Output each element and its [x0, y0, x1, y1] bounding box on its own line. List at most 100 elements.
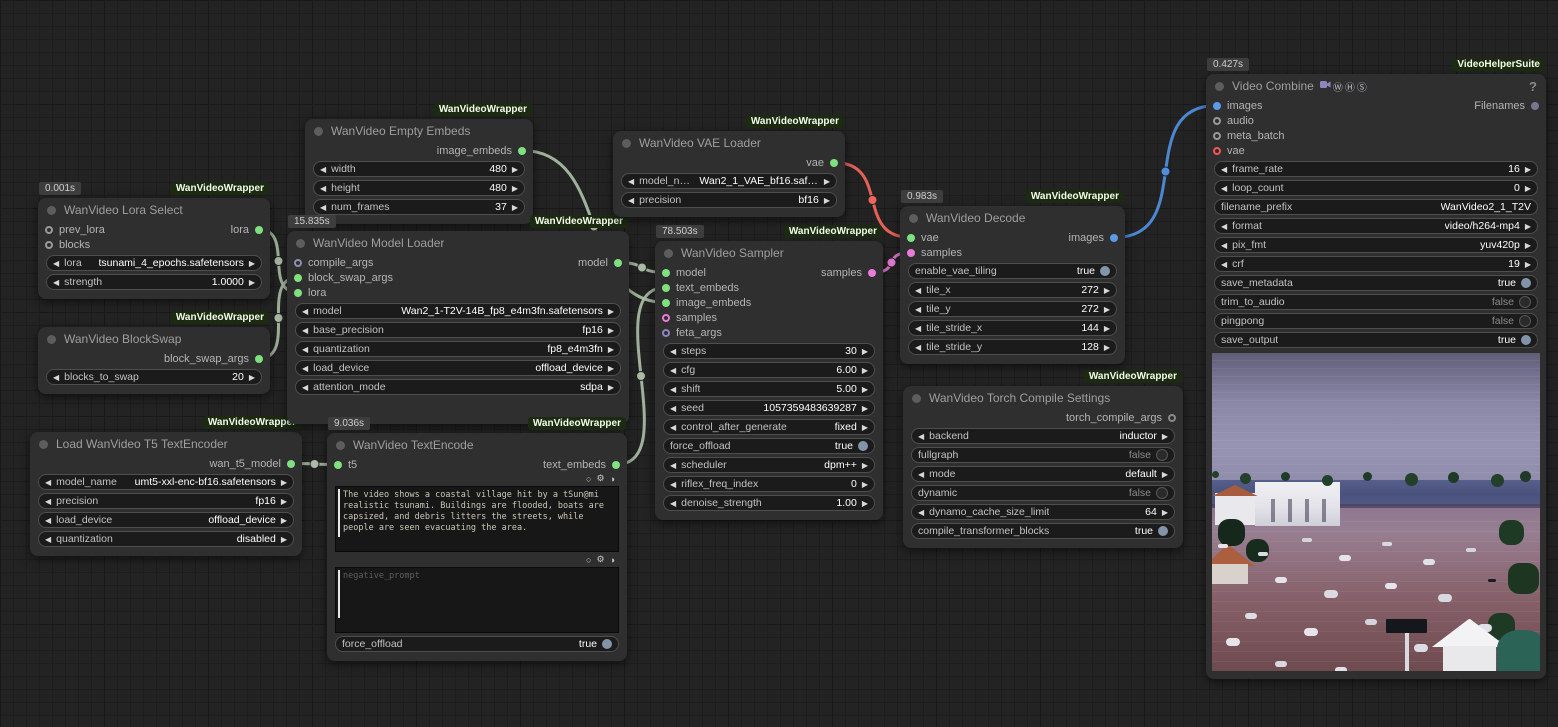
widget-tile_stride_y[interactable]: ◀tile_stride_y128▶: [908, 339, 1117, 355]
widget-base_precision[interactable]: ◀base_precisionfp16▶: [295, 322, 621, 338]
input-slot-dot[interactable]: [45, 241, 53, 249]
widget-seed[interactable]: ◀seed1057359483639287▶: [663, 400, 875, 416]
decrement-arrow-icon[interactable]: ◀: [670, 366, 676, 375]
increment-arrow-icon[interactable]: ▶: [249, 259, 255, 268]
increment-arrow-icon[interactable]: ▶: [608, 307, 614, 316]
decrement-arrow-icon[interactable]: ◀: [320, 184, 326, 193]
widget-model_name[interactable]: ◀model_nameWan2_1_VAE_bf16.safete...▶: [621, 173, 837, 189]
node-decode[interactable]: 0.983sWanVideoWrapperWanVideo Decodevaei…: [900, 206, 1125, 364]
node-titlebar[interactable]: WanVideo BlockSwap: [38, 327, 270, 351]
prompt-textarea[interactable]: The video shows a coastal village hit by…: [335, 486, 619, 552]
increment-arrow-icon[interactable]: ▶: [862, 347, 868, 356]
decrement-arrow-icon[interactable]: ◀: [302, 383, 308, 392]
collapse-dot-icon[interactable]: [336, 441, 345, 450]
decrement-arrow-icon[interactable]: ◀: [670, 480, 676, 489]
increment-arrow-icon[interactable]: ▶: [608, 383, 614, 392]
widget-shift[interactable]: ◀shift5.00▶: [663, 381, 875, 397]
output-slot-dot[interactable]: [868, 269, 876, 277]
widget-precision[interactable]: ◀precisionbf16▶: [621, 192, 837, 208]
increment-arrow-icon[interactable]: ▶: [512, 203, 518, 212]
input-slot-dot[interactable]: [662, 314, 670, 322]
node-textencode[interactable]: 9.036sWanVideoWrapperWanVideo TextEncode…: [327, 433, 627, 661]
node-sampler[interactable]: 78.503sWanVideoWrapperWanVideo Samplermo…: [655, 241, 883, 520]
toggle-dot[interactable]: [1156, 449, 1168, 461]
decrement-arrow-icon[interactable]: ◀: [915, 305, 921, 314]
decrement-arrow-icon[interactable]: ◀: [628, 196, 634, 205]
input-slot-dot[interactable]: [1213, 117, 1221, 125]
increment-arrow-icon[interactable]: ▶: [512, 184, 518, 193]
increment-arrow-icon[interactable]: ▶: [824, 196, 830, 205]
decrement-arrow-icon[interactable]: ◀: [1221, 165, 1227, 174]
toggle-dot[interactable]: [1521, 335, 1531, 345]
decrement-arrow-icon[interactable]: ◀: [320, 165, 326, 174]
toggle-dot[interactable]: [1100, 266, 1110, 276]
node-model_loader[interactable]: 15.835sWanVideoWrapperWanVideo Model Loa…: [287, 231, 629, 424]
increment-arrow-icon[interactable]: ▶: [1104, 305, 1110, 314]
input-slot-dot[interactable]: [662, 329, 670, 337]
toggle-dot[interactable]: [858, 441, 868, 451]
increment-arrow-icon[interactable]: ▶: [862, 385, 868, 394]
link-midpoint-dot[interactable]: [274, 314, 283, 323]
decrement-arrow-icon[interactable]: ◀: [45, 535, 51, 544]
output-slot-dot[interactable]: [614, 259, 622, 267]
decrement-arrow-icon[interactable]: ◀: [320, 203, 326, 212]
node-titlebar[interactable]: WanVideo Lora Select: [38, 198, 270, 222]
decrement-arrow-icon[interactable]: ◀: [628, 177, 634, 186]
node-lora_select[interactable]: 0.001sWanVideoWrapperWanVideo Lora Selec…: [38, 198, 270, 299]
decrement-arrow-icon[interactable]: ◀: [670, 461, 676, 470]
node-titlebar[interactable]: WanVideo VAE Loader: [613, 131, 845, 155]
decrement-arrow-icon[interactable]: ◀: [1221, 184, 1227, 193]
input-slot-dot[interactable]: [294, 259, 302, 267]
node-titlebar[interactable]: WanVideo Sampler: [655, 241, 883, 265]
decrement-arrow-icon[interactable]: ◀: [302, 326, 308, 335]
decrement-arrow-icon[interactable]: ◀: [45, 497, 51, 506]
decrement-arrow-icon[interactable]: ◀: [918, 470, 924, 479]
output-slot-dot[interactable]: [1168, 414, 1176, 422]
widget-load_device[interactable]: ◀load_deviceoffload_device▶: [38, 512, 294, 528]
widget-dynamo_cache_size_limit[interactable]: ◀dynamo_cache_size_limit64▶: [911, 504, 1175, 520]
increment-arrow-icon[interactable]: ▶: [1104, 324, 1110, 333]
link-midpoint-dot[interactable]: [887, 258, 896, 267]
decrement-arrow-icon[interactable]: ◀: [1221, 222, 1227, 231]
increment-arrow-icon[interactable]: ▶: [249, 373, 255, 382]
decrement-arrow-icon[interactable]: ◀: [302, 307, 308, 316]
increment-arrow-icon[interactable]: ▶: [1162, 432, 1168, 441]
widget-tile_x[interactable]: ◀tile_x272▶: [908, 282, 1117, 298]
input-slot-dot[interactable]: [334, 461, 342, 469]
increment-arrow-icon[interactable]: ▶: [281, 497, 287, 506]
widget-strength[interactable]: ◀strength1.0000▶: [46, 274, 262, 290]
toggle-dot[interactable]: [1519, 296, 1531, 308]
toggle-dot[interactable]: [602, 639, 612, 649]
decrement-arrow-icon[interactable]: ◀: [670, 385, 676, 394]
speaker-icon[interactable]: ◑: [610, 555, 615, 565]
widget-model[interactable]: ◀modelWan2_1-T2V-14B_fp8_e4m3fn.safetens…: [295, 303, 621, 319]
widget-loop_count[interactable]: ◀loop_count0▶: [1214, 180, 1538, 196]
toggle-force_offload[interactable]: force_offloadtrue: [663, 438, 875, 454]
input-slot-dot[interactable]: [907, 249, 915, 257]
collapse-dot-icon[interactable]: [909, 214, 918, 223]
toggle-pingpong[interactable]: pingpongfalse: [1214, 313, 1538, 329]
decrement-arrow-icon[interactable]: ◀: [915, 324, 921, 333]
collapse-dot-icon[interactable]: [664, 249, 673, 258]
decrement-arrow-icon[interactable]: ◀: [670, 499, 676, 508]
output-slot-dot[interactable]: [1531, 102, 1539, 110]
toggle-fullgraph[interactable]: fullgraphfalse: [911, 447, 1175, 463]
help-icon[interactable]: ?: [1529, 79, 1537, 94]
output-slot-dot[interactable]: [518, 147, 526, 155]
input-slot-dot[interactable]: [1213, 147, 1221, 155]
gear-icon[interactable]: ⚙: [596, 554, 604, 565]
widget-pix_fmt[interactable]: ◀pix_fmtyuv420p▶: [1214, 237, 1538, 253]
input-slot-dot[interactable]: [662, 269, 670, 277]
gear-icon[interactable]: ⚙: [596, 473, 604, 484]
toggle-save_metadata[interactable]: save_metadatatrue: [1214, 275, 1538, 291]
input-slot-dot[interactable]: [294, 289, 302, 297]
widget-steps[interactable]: ◀steps30▶: [663, 343, 875, 359]
negative-prompt-textarea[interactable]: negative_prompt: [335, 567, 619, 633]
toggle-compile_transformer_blocks[interactable]: compile_transformer_blockstrue: [911, 523, 1175, 539]
link-midpoint-dot[interactable]: [274, 257, 283, 266]
widget-tile_stride_x[interactable]: ◀tile_stride_x144▶: [908, 320, 1117, 336]
node-titlebar[interactable]: WanVideo Model Loader: [287, 231, 629, 255]
increment-arrow-icon[interactable]: ▶: [1104, 286, 1110, 295]
decrement-arrow-icon[interactable]: ◀: [1221, 241, 1227, 250]
toggle-dot[interactable]: [1156, 487, 1168, 499]
